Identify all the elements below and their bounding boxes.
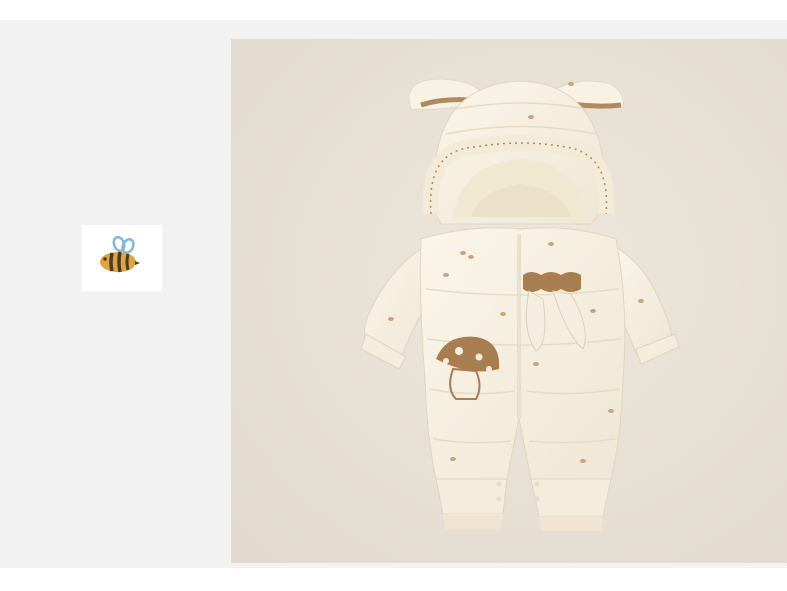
thumbnail-bee[interactable] — [82, 225, 162, 291]
product-photo — [231, 39, 787, 563]
baby-snowsuit-romper — [231, 39, 787, 563]
bee-icon — [100, 235, 140, 273]
